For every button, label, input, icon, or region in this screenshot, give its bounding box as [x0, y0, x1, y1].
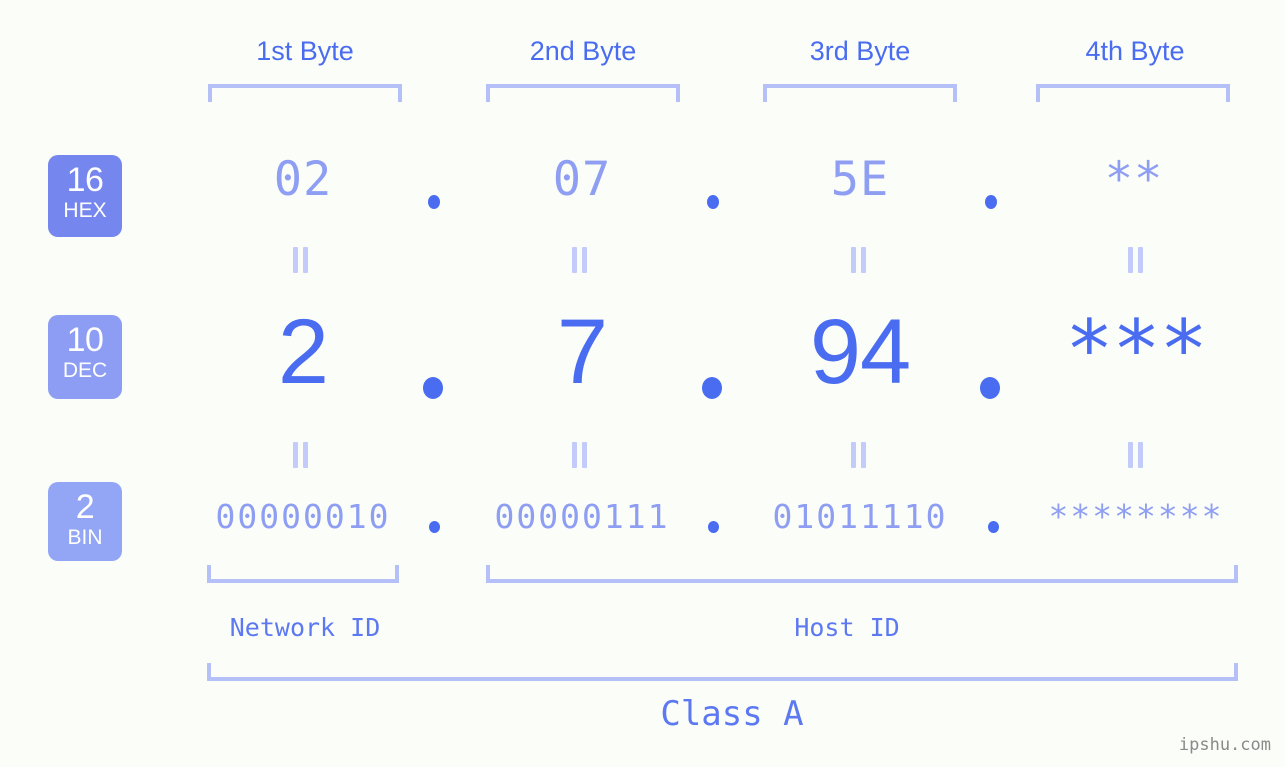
network-id-bracket — [207, 565, 399, 583]
base-badge-hex-abbr: HEX — [63, 199, 107, 222]
dec-byte-4: *** — [1065, 303, 1208, 396]
dec-byte-3: 94 — [809, 301, 911, 403]
bin-byte-3: 01011110 — [772, 497, 948, 536]
base-badge-hex: 16 HEX — [48, 155, 122, 237]
base-badge-bin: 2 BIN — [48, 482, 122, 561]
hex-dot-2 — [707, 195, 719, 209]
equals-mark-hex-dec-1 — [292, 247, 310, 273]
base-badge-dec-abbr: DEC — [62, 359, 108, 382]
base-badge-hex-number: 16 — [66, 161, 104, 199]
base-badge-bin-number: 2 — [75, 488, 95, 526]
byte-header-4: 4th Byte — [1085, 36, 1185, 66]
equals-mark-dec-bin-3 — [850, 442, 868, 468]
equals-mark-dec-bin-1 — [292, 442, 310, 468]
host-id-label: Host ID — [794, 613, 900, 642]
bin-byte-1: 00000010 — [215, 497, 391, 536]
hex-byte-2: 07 — [552, 152, 612, 207]
equals-mark-hex-dec-2 — [571, 247, 589, 273]
base-badge-dec: 10 DEC — [48, 315, 122, 399]
base-badge-bin-abbr: BIN — [67, 526, 103, 549]
byte-header-1: 1st Byte — [256, 36, 354, 66]
base-badge-dec-number: 10 — [66, 321, 104, 359]
equals-mark-dec-bin-4 — [1127, 442, 1145, 468]
byte-bracket-2 — [486, 84, 680, 102]
hex-byte-1: 02 — [273, 152, 333, 207]
byte-bracket-3 — [763, 84, 957, 102]
hex-byte-3: 5E — [830, 152, 890, 207]
network-id-label: Network ID — [229, 613, 381, 642]
host-id-bracket — [486, 565, 1238, 583]
hex-dot-3 — [985, 195, 997, 209]
ip-breakdown-diagram: 1st Byte 2nd Byte 3rd Byte 4th Byte 16 H… — [0, 0, 1285, 767]
dec-byte-2: 7 — [556, 301, 608, 403]
byte-header-2: 2nd Byte — [529, 36, 637, 66]
class-bracket — [207, 663, 1238, 681]
equals-mark-hex-dec-3 — [850, 247, 868, 273]
byte-bracket-4 — [1036, 84, 1230, 102]
byte-header-3: 3rd Byte — [809, 36, 911, 66]
bin-dot-2 — [708, 521, 719, 533]
bin-byte-2: 00000111 — [494, 497, 670, 536]
bin-byte-4: ******** — [1048, 497, 1224, 536]
hex-byte-4: ** — [1104, 152, 1164, 207]
class-label: Class A — [660, 694, 804, 734]
hex-dot-1 — [428, 195, 440, 209]
dec-byte-1: 2 — [277, 301, 329, 403]
dec-dot-3 — [980, 377, 1000, 399]
bin-dot-3 — [988, 521, 999, 533]
byte-bracket-1 — [208, 84, 402, 102]
dec-dot-1 — [423, 377, 443, 399]
bin-dot-1 — [429, 521, 440, 533]
dec-dot-2 — [702, 377, 722, 399]
equals-mark-hex-dec-4 — [1127, 247, 1145, 273]
equals-mark-dec-bin-2 — [571, 442, 589, 468]
site-watermark: ipshu.com — [1178, 735, 1271, 755]
